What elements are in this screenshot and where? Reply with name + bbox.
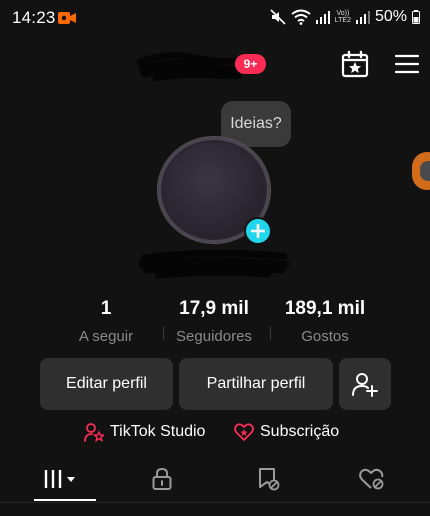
stat-followers[interactable]: 17,9 mil Seguidores: [164, 298, 264, 345]
stat-followers-value: 17,9 mil: [179, 298, 249, 319]
calendar-star-icon[interactable]: [341, 50, 369, 78]
stat-following-value: 1: [100, 298, 112, 319]
display-name-redaction: [138, 249, 290, 279]
subscription-heart-icon: [234, 423, 254, 441]
stat-likes-value: 189,1 mil: [284, 298, 366, 319]
bookmark-icon: [259, 468, 280, 491]
add-person-icon: [352, 373, 378, 397]
tab-private[interactable]: [142, 464, 182, 494]
hamburger-menu-icon[interactable]: [395, 53, 419, 75]
add-friend-button[interactable]: [339, 358, 391, 410]
status-time: 14:23: [12, 8, 56, 27]
tab-videos[interactable]: [40, 464, 80, 494]
volte-indicator: Vo)) LTE2: [335, 10, 351, 24]
tabs-divider: [0, 502, 430, 503]
volte-top-label: Vo)): [336, 10, 350, 17]
tab-liked[interactable]: [352, 464, 392, 494]
subscription-label: Subscrição: [260, 423, 340, 440]
liked-heart-icon: [359, 468, 384, 490]
profile-tabs: [0, 452, 430, 504]
tiktok-studio-label: TikTok Studio: [110, 423, 206, 440]
videos-grid-icon: [44, 470, 75, 488]
stat-likes[interactable]: 189,1 mil Gostos: [275, 298, 375, 345]
battery-percent: 50%: [374, 8, 407, 25]
mute-icon: [270, 9, 286, 25]
signal-icon: [315, 11, 330, 24]
status-icons: Vo)) LTE2 50%: [270, 8, 420, 26]
add-avatar-button[interactable]: [244, 217, 272, 245]
screen-recording-icon: [58, 12, 76, 24]
battery-icon: [412, 10, 420, 24]
wifi-icon: [291, 9, 311, 25]
plus-icon: [251, 224, 265, 238]
creator-star-icon: [84, 423, 104, 442]
username-redaction: [136, 52, 246, 82]
status-bar: 14:23 Vo)) LTE2 50%: [0, 0, 430, 38]
tab-favorites[interactable]: [248, 464, 288, 494]
subscription-link[interactable]: Subscrição: [234, 420, 339, 444]
lock-icon: [152, 467, 172, 490]
stat-likes-label: Gostos: [301, 328, 349, 345]
notification-badge[interactable]: 9+: [235, 54, 266, 74]
signal-icon-2: [355, 11, 370, 24]
active-tab-indicator: [34, 499, 96, 501]
floating-side-handle[interactable]: [412, 152, 430, 190]
stat-following-label: A seguir: [78, 328, 134, 345]
share-profile-button[interactable]: Partilhar perfil: [179, 358, 333, 410]
stat-following[interactable]: 1 A seguir: [56, 298, 156, 345]
edit-profile-button[interactable]: Editar perfil: [40, 358, 173, 410]
stat-divider: [270, 326, 271, 340]
tiktok-studio-link[interactable]: TikTok Studio: [84, 420, 205, 444]
volte-bottom-label: LTE2: [334, 17, 351, 24]
stat-followers-label: Seguidores: [176, 328, 252, 345]
